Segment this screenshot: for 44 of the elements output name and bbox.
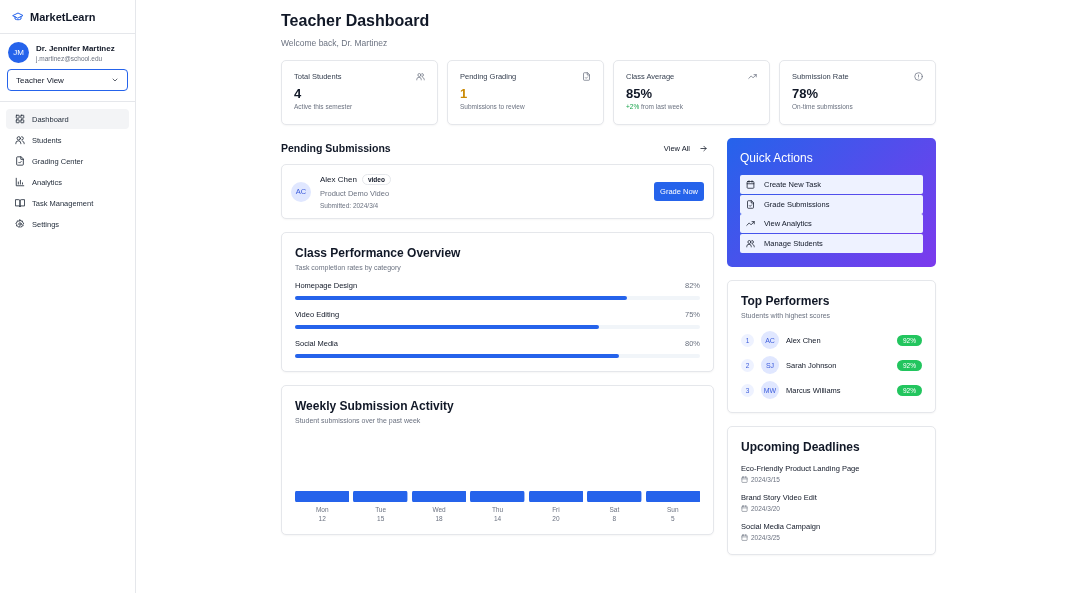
bar-chart-icon (15, 177, 25, 187)
user-name: Dr. Jennifer Martinez (36, 43, 115, 53)
stat-value: 85% (626, 86, 654, 101)
page-subtitle: Welcome back, Dr. Martinez (281, 38, 389, 48)
activity-bar (411, 491, 467, 502)
calendar-icon (746, 180, 755, 189)
activity-bar (470, 491, 525, 502)
section-title: Pending Submissions (281, 142, 391, 154)
activity-bar (528, 491, 584, 502)
trend-up-icon (746, 219, 755, 228)
card-title: Quick Actions (740, 151, 814, 165)
stat-value: 4 (294, 86, 303, 101)
stat-value: 1 (460, 86, 469, 101)
document-icon (582, 72, 591, 81)
users-icon (746, 238, 755, 248)
activity-bar (645, 491, 700, 502)
trend-up-icon (748, 72, 757, 81)
view-select[interactable]: Teacher View (7, 69, 128, 91)
settings-icon (15, 219, 25, 229)
activity-bar (587, 491, 642, 502)
calendar-icon (741, 476, 748, 483)
info-icon (914, 72, 923, 81)
calendar-icon (741, 505, 748, 512)
page-title: Teacher Dashboard (281, 12, 431, 30)
card-title: Upcoming Deadlines (741, 440, 861, 454)
calendar-icon (741, 534, 748, 541)
activity-bar (353, 491, 408, 502)
graduation-cap-icon (12, 10, 24, 23)
student-name: Alex Chen (320, 175, 357, 184)
users-icon (15, 135, 25, 145)
activity-bar (295, 491, 350, 502)
book-icon (15, 198, 25, 208)
card-title: Top Performers (741, 294, 831, 308)
user-avatar: JM (8, 42, 29, 63)
document-icon (746, 199, 755, 209)
brand-name: MarketLearn (30, 10, 96, 23)
chevron-down-icon (111, 76, 119, 84)
users-icon (416, 72, 425, 81)
document-icon (15, 156, 25, 166)
dashboard-icon (15, 114, 25, 124)
arrow-right-icon (699, 143, 708, 153)
stat-value: 78% (792, 86, 820, 101)
card-title: Weekly Submission Activity (295, 399, 455, 413)
card-title: Class Performance Overview (295, 246, 462, 260)
